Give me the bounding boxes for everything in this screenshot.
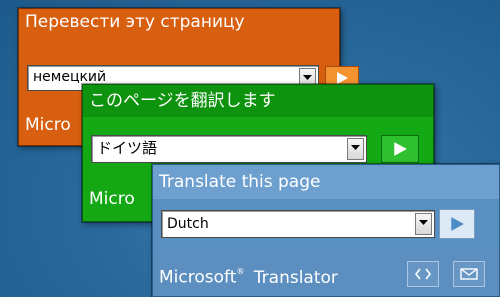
language-select[interactable]: Dutch — [161, 210, 435, 238]
language-select[interactable]: ドイツ語 — [91, 135, 367, 163]
play-arrow-icon — [394, 142, 407, 156]
selected-language: Dutch — [167, 216, 209, 232]
chevron-down-icon — [303, 75, 312, 80]
play-arrow-icon — [337, 72, 348, 84]
translate-widget-english: Translate this page Dutch Microsoft® Tra… — [152, 164, 500, 297]
selected-language: ドイツ語 — [97, 139, 158, 157]
translate-go-button[interactable] — [439, 209, 475, 239]
chevron-down-icon — [419, 220, 428, 225]
chevron-down-icon — [351, 145, 360, 150]
footer-brand: Micro — [25, 115, 71, 135]
embed-code-button[interactable] — [407, 261, 439, 287]
code-embed-icon — [415, 268, 431, 280]
brand-name: Microsoft — [159, 267, 237, 288]
dropdown-arrow[interactable] — [347, 138, 364, 160]
product-name: Translator — [253, 267, 338, 288]
widget-title: Translate this page — [159, 172, 321, 192]
footer-brand-logo[interactable]: Microsoft® Translator — [159, 261, 338, 291]
registered-mark-icon: ® — [236, 267, 245, 276]
email-button[interactable] — [453, 261, 485, 287]
email-icon — [460, 268, 478, 280]
footer-brand: Micro — [89, 189, 135, 209]
dropdown-arrow[interactable] — [415, 213, 432, 235]
play-arrow-icon — [451, 217, 464, 231]
widget-title: Перевести эту страницу — [25, 12, 245, 32]
translate-go-button[interactable] — [381, 135, 419, 163]
widget-title: このページを翻訳します — [89, 91, 276, 111]
